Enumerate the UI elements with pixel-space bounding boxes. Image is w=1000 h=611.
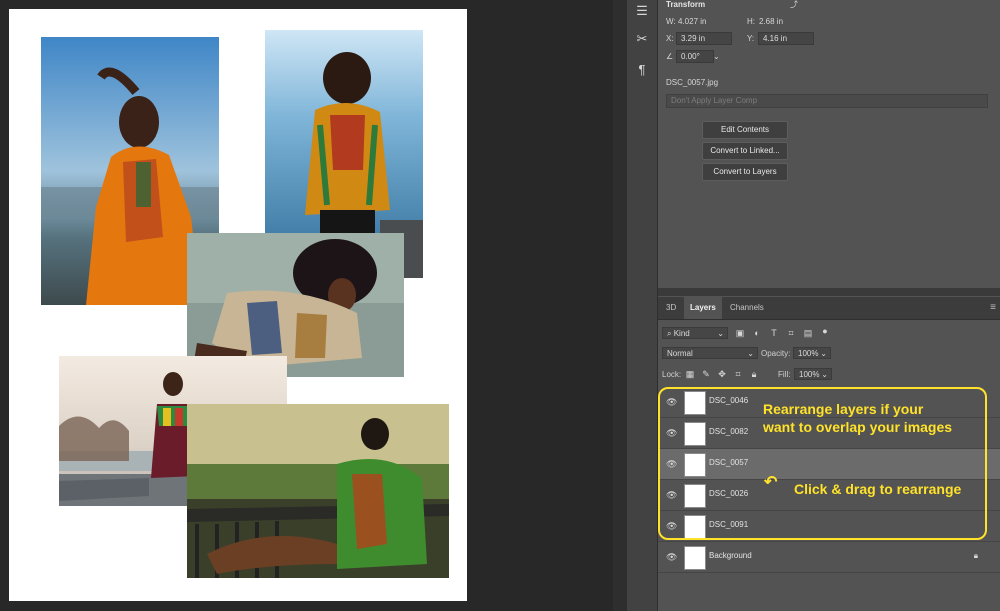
lock-position-icon[interactable]: ✥ bbox=[717, 369, 727, 379]
angle-icon: ∠ bbox=[666, 52, 674, 61]
layer-name: Background bbox=[709, 551, 752, 560]
tool-presets-icon[interactable]: ✂ bbox=[631, 28, 653, 50]
opacity-label: Opacity: bbox=[761, 349, 791, 358]
width-label: W: bbox=[666, 17, 676, 26]
filter-kind-label: Kind bbox=[673, 329, 690, 338]
layer-thumbnail bbox=[684, 453, 706, 477]
visibility-eye-icon[interactable]: 👁︎ bbox=[666, 490, 677, 500]
filter-adjustment-icon[interactable]: ◐ bbox=[752, 328, 762, 338]
paragraph-styles-icon[interactable]: ¶ bbox=[631, 58, 653, 80]
annotation-arrow-icon: ↶ bbox=[764, 474, 778, 491]
panel-separator[interactable] bbox=[658, 288, 1000, 296]
fill-label: Fill: bbox=[778, 370, 791, 379]
opacity-value: 100% bbox=[798, 349, 819, 358]
properties-panel-icon[interactable]: ☰ bbox=[631, 0, 653, 22]
layer-comp-dropdown[interactable]: Don't Apply Layer Comp bbox=[666, 94, 988, 108]
document-page[interactable] bbox=[9, 9, 467, 601]
layer-name: DSC_0046 bbox=[709, 396, 749, 405]
filter-kind-dropdown[interactable]: ⌕ Kind ⌄ bbox=[662, 327, 728, 339]
angle-field[interactable]: 0.00° bbox=[676, 50, 714, 63]
panel-gutter bbox=[613, 0, 627, 611]
blend-mode-row: Normal ⌄ Opacity: 100% ⌄ bbox=[658, 346, 1000, 364]
blend-mode-value: Normal bbox=[667, 349, 693, 358]
x-label: X: bbox=[666, 34, 674, 43]
panel-menu-icon[interactable]: ≡ bbox=[990, 302, 996, 313]
lock-icon: 🔒︎ bbox=[973, 551, 978, 560]
tab-channels[interactable]: Channels bbox=[724, 297, 770, 319]
annotation-line-1: Rearrange layers if your bbox=[763, 401, 924, 417]
chevron-down-icon: ⌄ bbox=[821, 370, 828, 379]
smart-object-filename: DSC_0057.jpg bbox=[666, 78, 719, 87]
transform-section-title: Transform bbox=[666, 0, 706, 9]
chevron-down-icon: ⌄ bbox=[820, 349, 827, 358]
chevron-down-icon: ⌄ bbox=[717, 329, 724, 338]
layer-filter-row: ⌕ Kind ⌄ ▣ ◐ T ⌗ ▤ ● bbox=[658, 325, 1000, 343]
fill-field[interactable]: 100% ⌄ bbox=[794, 368, 832, 380]
angle-dropdown-icon[interactable]: ⌄ bbox=[713, 52, 720, 61]
layer-row-background[interactable]: 👁︎ Background 🔒︎ bbox=[658, 542, 1000, 573]
layer-name: DSC_0026 bbox=[709, 489, 749, 498]
layer-row-selected[interactable]: 👁︎ DSC_0057 bbox=[658, 449, 1000, 480]
lock-transparent-icon[interactable]: ▦ bbox=[685, 369, 695, 379]
layer-thumbnail bbox=[684, 484, 706, 508]
x-position-field[interactable]: 3.29 in bbox=[676, 32, 732, 45]
tab-layers[interactable]: Layers bbox=[684, 297, 722, 319]
y-label: Y: bbox=[747, 34, 755, 43]
annotation-drag-text: Click & drag to rearrange bbox=[794, 481, 962, 497]
visibility-eye-icon[interactable]: 👁︎ bbox=[666, 397, 677, 407]
visibility-eye-icon[interactable]: 👁︎ bbox=[666, 428, 677, 438]
reset-transform-icon[interactable]: ⤴ bbox=[790, 0, 798, 10]
lock-image-icon[interactable]: ✎ bbox=[701, 369, 711, 379]
photo-dsc-0091[interactable] bbox=[187, 404, 449, 578]
document-canvas-area[interactable] bbox=[0, 0, 613, 611]
annotation-line-2: want to overlap your images bbox=[763, 419, 953, 435]
filter-toggle-icon[interactable]: ● bbox=[820, 326, 830, 336]
width-value[interactable]: 4.027 in bbox=[678, 17, 706, 26]
lock-row: Lock: ▦ ✎ ✥ ⌗ 🔒︎ Fill: 100% ⌄ bbox=[658, 367, 1000, 385]
visibility-eye-icon[interactable]: 👁︎ bbox=[666, 552, 677, 562]
right-panel: Transform ⤴ W: 4.027 in H: 2.68 in X: 3.… bbox=[658, 0, 1000, 611]
lock-label: Lock: bbox=[662, 370, 682, 379]
blend-mode-dropdown[interactable]: Normal ⌄ bbox=[662, 347, 758, 359]
layer-row[interactable]: 👁︎ DSC_0091 bbox=[658, 511, 1000, 542]
properties-panel: Transform ⤴ W: 4.027 in H: 2.68 in X: 3.… bbox=[658, 0, 1000, 288]
photo-dsc-0091-image bbox=[187, 404, 449, 578]
visibility-eye-icon[interactable]: 👁︎ bbox=[666, 459, 677, 469]
lock-artboard-icon[interactable]: ⌗ bbox=[733, 369, 743, 379]
chevron-down-icon: ⌄ bbox=[747, 349, 754, 358]
layer-thumbnail bbox=[684, 422, 706, 446]
height-value[interactable]: 2.68 in bbox=[759, 17, 783, 26]
visibility-eye-icon[interactable]: 👁︎ bbox=[666, 521, 677, 531]
filter-smart-object-icon[interactable]: ▤ bbox=[803, 328, 813, 338]
convert-to-linked-button[interactable]: Convert to Linked... bbox=[702, 142, 788, 160]
filter-search-icon: ⌕ bbox=[667, 329, 674, 338]
y-position-field[interactable]: 4.16 in bbox=[758, 32, 814, 45]
tab-3d[interactable]: 3D bbox=[660, 297, 682, 319]
layer-name: DSC_0057 bbox=[709, 458, 749, 467]
filter-shape-icon[interactable]: ⌗ bbox=[786, 328, 796, 338]
filter-type-icon[interactable]: T bbox=[769, 328, 779, 338]
layers-panel-tabs: 3D Layers Channels ≡ bbox=[658, 297, 1000, 320]
lock-all-icon[interactable]: 🔒︎ bbox=[749, 369, 759, 379]
layer-thumbnail bbox=[684, 515, 706, 539]
height-label: H: bbox=[747, 17, 755, 26]
filter-pixel-icon[interactable]: ▣ bbox=[735, 328, 745, 338]
layer-name: DSC_0091 bbox=[709, 520, 749, 529]
fill-value: 100% bbox=[799, 370, 820, 379]
opacity-field[interactable]: 100% ⌄ bbox=[793, 347, 831, 359]
layer-name: DSC_0082 bbox=[709, 427, 749, 436]
layer-thumbnail bbox=[684, 391, 706, 415]
layer-thumbnail bbox=[684, 546, 706, 570]
convert-to-layers-button[interactable]: Convert to Layers bbox=[702, 163, 788, 181]
collapsed-panel-strip: ☰ ✂ ¶ bbox=[627, 0, 658, 611]
edit-contents-button[interactable]: Edit Contents bbox=[702, 121, 788, 139]
